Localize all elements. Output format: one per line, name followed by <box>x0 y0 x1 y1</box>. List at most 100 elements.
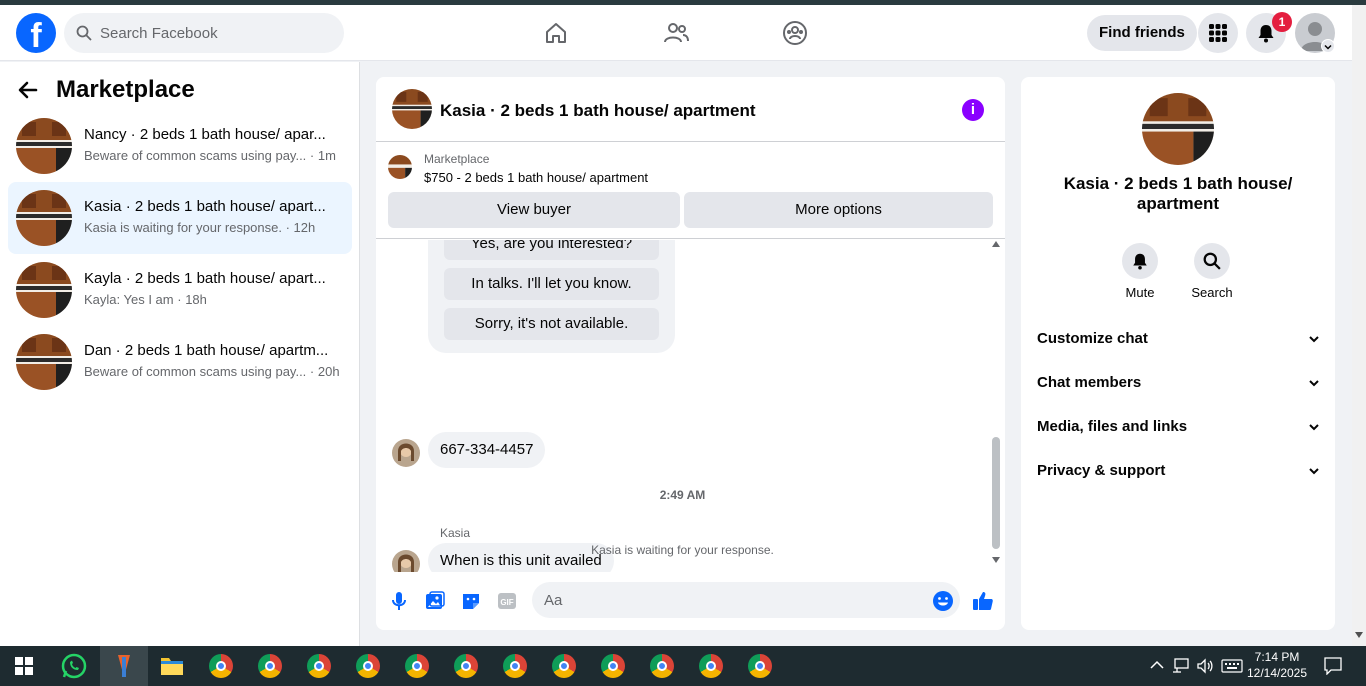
chat-details-panel: Kasia · 2 beds 1 bath house/ apartment M… <box>1021 77 1335 630</box>
conversation-item[interactable]: Nancy · 2 beds 1 bath house/ apar... Bew… <box>8 110 352 182</box>
details-title: Kasia · 2 beds 1 bath house/ apartment <box>1063 174 1293 213</box>
sender-name: Kasia <box>440 526 471 540</box>
conversation-name: Kayla · 2 beds 1 bath house/ apart... <box>84 270 326 287</box>
chrome-icon <box>454 654 478 678</box>
emoji-icon[interactable] <box>932 590 954 612</box>
listing-price[interactable]: $750 - 2 beds 1 bath house/ apartment <box>424 170 648 185</box>
conversation-item[interactable]: Kayla · 2 beds 1 bath house/ apart... Ka… <box>8 254 352 326</box>
chrome-taskbar-item[interactable] <box>638 646 686 686</box>
thumbs-up-icon[interactable] <box>972 590 994 612</box>
tray-chevron-up-icon[interactable] <box>1150 660 1164 670</box>
message-input[interactable] <box>532 582 960 618</box>
chrome-icon <box>552 654 576 678</box>
network-icon[interactable] <box>1172 658 1190 674</box>
conversation-name: Dan · 2 beds 1 bath house/ apartm... <box>84 342 329 359</box>
listing-thumbnail[interactable] <box>392 89 432 129</box>
chrome-taskbar-item[interactable] <box>295 646 343 686</box>
whatsapp-icon <box>61 653 87 679</box>
chrome-taskbar-item[interactable] <box>491 646 539 686</box>
grid-menu-icon <box>1209 24 1227 42</box>
message-bubble[interactable]: 667-334-4457 <box>428 432 546 468</box>
quick-reply-option[interactable]: In talks. I'll let you know. <box>444 268 659 300</box>
chrome-taskbar-item[interactable] <box>589 646 637 686</box>
facebook-logo-icon[interactable]: f <box>16 13 56 53</box>
microphone-icon[interactable] <box>388 590 410 612</box>
taskbar-clock[interactable]: 7:14 PM 12/14/2025 <box>1244 649 1310 681</box>
quick-reply-option[interactable]: Sorry, it's not available. <box>444 308 659 340</box>
chrome-taskbar-item[interactable] <box>540 646 588 686</box>
notification-center-icon[interactable] <box>1324 657 1342 675</box>
chrome-icon <box>699 654 723 678</box>
clock-time: 7:14 PM <box>1254 650 1300 664</box>
chevron-down-icon <box>1309 468 1319 475</box>
whatsapp-taskbar-item[interactable] <box>50 646 98 686</box>
listing-thumbnail[interactable] <box>1142 93 1214 165</box>
customize-chat-section[interactable]: Customize chat <box>1037 323 1321 355</box>
sticker-icon[interactable] <box>460 590 482 612</box>
quick-reply-group: Yes, are you interested? In talks. I'll … <box>428 240 675 353</box>
mute-button[interactable]: Mute <box>1110 243 1170 300</box>
message-list: Yes, are you interested? In talks. I'll … <box>376 240 1005 572</box>
search-box[interactable] <box>64 13 344 53</box>
conversation-item[interactable]: Dan · 2 beds 1 bath house/ apartm... Bew… <box>8 326 352 398</box>
conversation-name: Nancy · 2 beds 1 bath house/ apar... <box>84 126 326 143</box>
listing-thumbnail <box>16 262 72 318</box>
friends-icon[interactable] <box>662 19 690 47</box>
search-input[interactable] <box>100 24 320 42</box>
chrome-taskbar-item[interactable] <box>736 646 784 686</box>
chrome-taskbar-item[interactable] <box>442 646 490 686</box>
more-options-button[interactable]: More options <box>684 192 993 228</box>
view-buyer-button[interactable]: View buyer <box>388 192 680 228</box>
start-button[interactable] <box>0 646 48 686</box>
find-friends-button[interactable]: Find friends <box>1087 15 1197 51</box>
folder-icon <box>161 658 183 675</box>
conversation-item-active[interactable]: Kasia · 2 beds 1 bath house/ apart... Ka… <box>8 182 352 254</box>
scroll-up-icon[interactable] <box>992 241 1000 247</box>
chrome-taskbar-item[interactable] <box>344 646 392 686</box>
menu-button[interactable] <box>1198 13 1238 53</box>
message-scrollbar[interactable] <box>989 241 1003 565</box>
conversation-preview: Beware of common scams using pay... · 1m <box>84 148 336 163</box>
gif-icon[interactable]: GIF <box>496 590 518 612</box>
account-chevron-icon[interactable] <box>1321 39 1335 53</box>
chat-members-section[interactable]: Chat members <box>1037 367 1321 399</box>
quick-reply-option[interactable]: Yes, are you interested? <box>444 240 659 260</box>
chrome-taskbar-item[interactable] <box>197 646 245 686</box>
chrome-taskbar-item[interactable] <box>246 646 294 686</box>
scrollbar-thumb[interactable] <box>992 437 1000 549</box>
conversation-preview: Kayla: Yes I am · 18h <box>84 292 207 307</box>
chrome-taskbar-item[interactable] <box>687 646 735 686</box>
chrome-icon <box>405 654 429 678</box>
chat-title[interactable]: Kasia · 2 beds 1 bath house/ apartment <box>440 101 756 121</box>
file-explorer-taskbar-item[interactable] <box>148 646 196 686</box>
media-files-links-section[interactable]: Media, files and links <box>1037 411 1321 443</box>
chrome-icon <box>503 654 527 678</box>
groups-icon[interactable] <box>781 19 809 47</box>
info-icon[interactable]: i <box>962 99 984 121</box>
scroll-down-icon[interactable] <box>992 557 1000 563</box>
page-scrollbar[interactable] <box>1352 5 1366 646</box>
conversation-preview: Kasia is waiting for your response. · 12… <box>84 220 316 235</box>
listing-thumbnail <box>16 118 72 174</box>
photo-icon[interactable] <box>424 590 446 612</box>
chevron-down-icon <box>1309 380 1319 387</box>
mute-label: Mute <box>1125 285 1155 300</box>
chevron-down-icon <box>1309 336 1319 343</box>
bell-icon <box>1133 253 1147 270</box>
chrome-taskbar-item[interactable] <box>393 646 441 686</box>
chrome-icon <box>258 654 282 678</box>
back-arrow-icon[interactable] <box>16 78 40 102</box>
home-icon[interactable] <box>542 19 570 47</box>
chrome-icon <box>748 654 772 678</box>
listing-thumbnail <box>388 155 412 179</box>
scroll-down-icon[interactable] <box>1355 632 1363 638</box>
keyboard-icon[interactable] <box>1221 659 1243 673</box>
app-taskbar-item-active[interactable] <box>100 646 148 686</box>
privacy-support-section[interactable]: Privacy & support <box>1037 455 1321 487</box>
sender-avatar[interactable] <box>392 439 420 467</box>
top-navbar: f Find friends 1 <box>0 5 1352 61</box>
search-conversation-button[interactable]: Search <box>1182 243 1242 300</box>
volume-icon[interactable] <box>1196 658 1214 674</box>
windows-taskbar: 7:14 PM 12/14/2025 <box>0 646 1366 686</box>
chrome-icon <box>601 654 625 678</box>
